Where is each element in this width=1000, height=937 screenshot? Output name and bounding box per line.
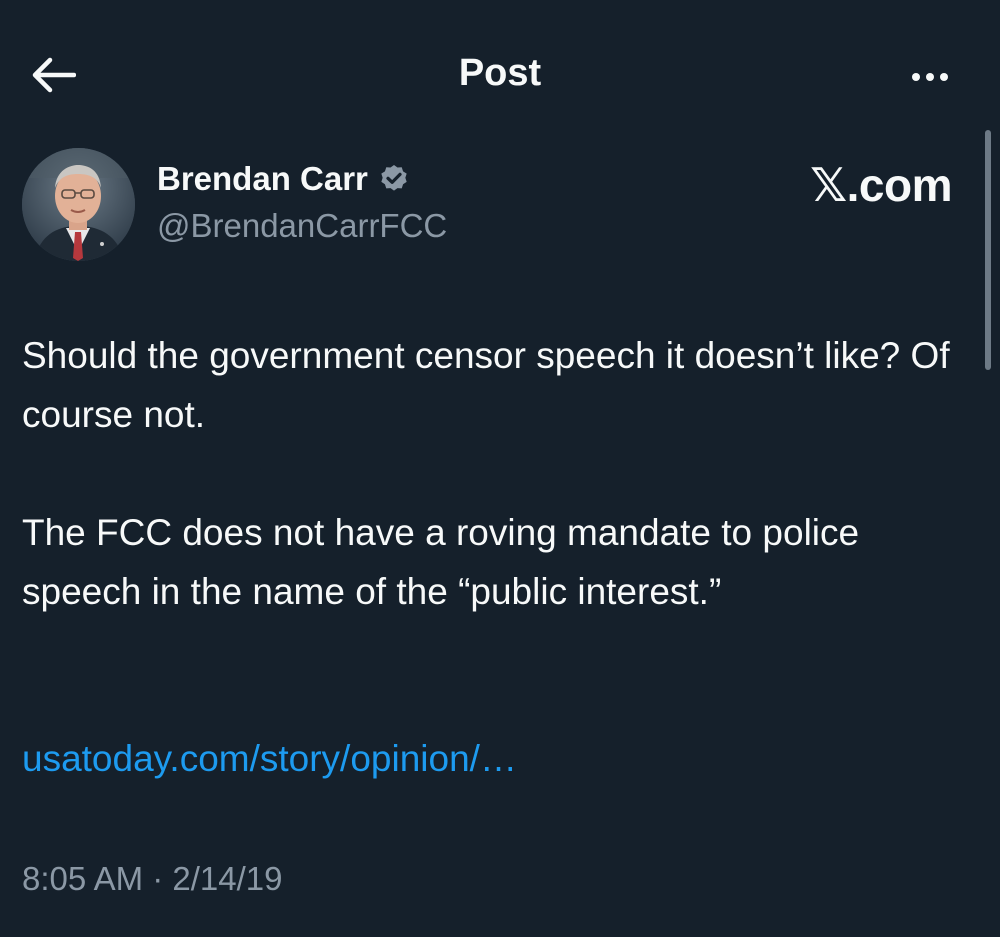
top-bar: Post (0, 0, 1000, 150)
more-options-button[interactable] (900, 62, 960, 92)
more-dot (940, 73, 948, 81)
post-paragraph-1: Should the government censor speech it d… (22, 335, 950, 435)
author-name[interactable]: Brendan Carr (157, 160, 368, 198)
post-body: Should the government censor speech it d… (22, 326, 972, 621)
avatar[interactable] (22, 148, 135, 261)
post-timestamp[interactable]: 8:05 AM · 2/14/19 (22, 860, 283, 898)
more-horizontal-icon (912, 73, 920, 81)
more-dot (926, 73, 934, 81)
author-handle[interactable]: @BrendanCarrFCC (157, 207, 447, 245)
post-paragraph-2: The FCC does not have a roving mandate t… (22, 512, 860, 612)
post-link[interactable]: usatoday.com/story/opinion/… (22, 738, 517, 780)
scrollbar-thumb[interactable] (985, 130, 991, 370)
brand-watermark: 𝕏.com (810, 159, 952, 211)
verified-badge-icon[interactable] (378, 163, 410, 195)
avatar-image (22, 148, 135, 261)
page-title: Post (458, 52, 542, 94)
author-name-row: Brendan Carr (157, 160, 410, 198)
